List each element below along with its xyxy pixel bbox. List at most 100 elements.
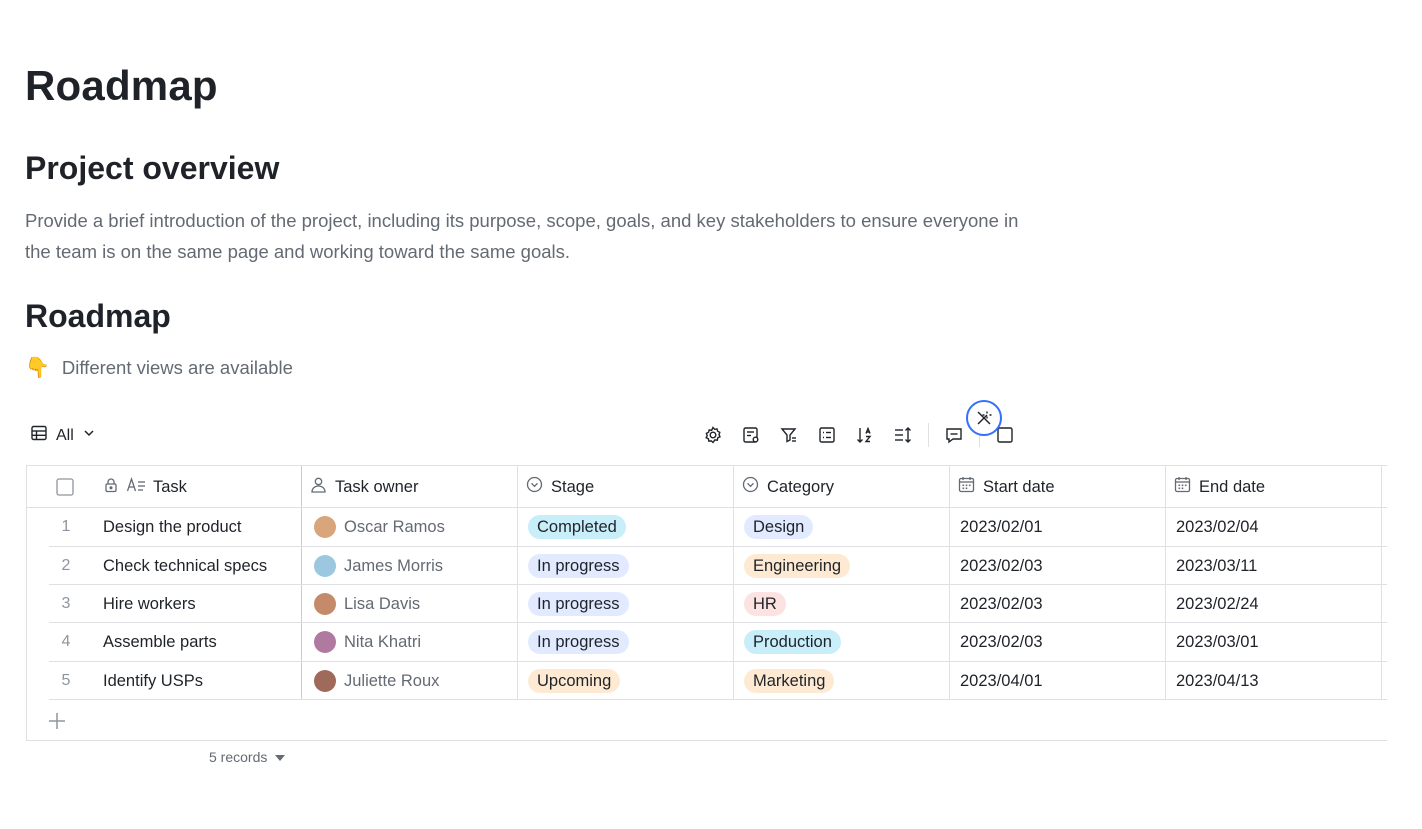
column-header-end-date[interactable]: End date [1174, 466, 1265, 508]
table-row[interactable]: 2 Check technical specs James Morris In … [27, 547, 1387, 585]
column-header-category[interactable]: Category [742, 466, 834, 508]
avatar [314, 670, 336, 692]
table-row[interactable]: 4 Assemble parts Nita Khatri In progress… [27, 623, 1387, 661]
stage-cell[interactable]: In progress [528, 547, 629, 585]
owner-name: James Morris [344, 556, 444, 575]
column-header-label: Stage [551, 477, 595, 496]
settings-icon[interactable] [694, 421, 732, 449]
owner-cell[interactable]: James Morris [314, 547, 443, 585]
avatar [314, 516, 336, 538]
sort-icon[interactable] [846, 421, 884, 449]
owner-name: Nita Khatri [344, 632, 422, 651]
end-date-cell[interactable]: 2023/03/11 [1176, 547, 1257, 585]
column-header-stage[interactable]: Stage [526, 466, 594, 508]
avatar [314, 631, 336, 653]
records-count[interactable]: 5 records [209, 749, 286, 765]
stage-cell[interactable]: Upcoming [528, 662, 621, 700]
views-hint: 👇 Different views are available [25, 355, 293, 380]
end-date-cell[interactable]: 2023/02/04 [1176, 508, 1259, 546]
task-cell[interactable]: Check technical specs [103, 547, 267, 585]
text-field-icon [126, 476, 146, 498]
category-cell[interactable]: Engineering [744, 547, 851, 585]
category-cell[interactable]: Production [744, 623, 841, 661]
filter-icon[interactable] [770, 421, 808, 449]
end-date-cell[interactable]: 2023/02/24 [1176, 585, 1259, 623]
table-row[interactable]: 5 Identify USPs Juliette Roux Upcoming M… [27, 662, 1387, 700]
column-header-label: End date [1199, 477, 1266, 496]
stage-tag: In progress [528, 592, 629, 616]
calendar-icon [958, 476, 975, 498]
row-height-icon[interactable] [884, 421, 922, 449]
task-cell[interactable]: Design the product [103, 508, 242, 546]
column-header-label: Category [767, 477, 834, 496]
lock-icon [103, 477, 119, 498]
field-settings-icon[interactable] [732, 421, 770, 449]
end-date-cell[interactable]: 2023/04/13 [1176, 662, 1259, 700]
owner-name: Oscar Ramos [344, 517, 445, 536]
owner-cell[interactable]: Nita Khatri [314, 623, 421, 661]
stage-tag: Upcoming [528, 669, 621, 693]
category-cell[interactable]: Marketing [744, 662, 835, 700]
view-label: All [56, 426, 74, 444]
stage-cell[interactable]: Completed [528, 508, 626, 546]
table-grid-icon [30, 424, 48, 447]
group-icon[interactable] [808, 421, 846, 449]
task-cell[interactable]: Assemble parts [103, 623, 217, 661]
overview-text: Provide a brief introduction of the proj… [25, 210, 1019, 262]
plus-icon[interactable] [47, 711, 67, 731]
task-cell[interactable]: Hire workers [103, 585, 196, 623]
magic-wand-icon[interactable] [966, 400, 1002, 436]
roadmap-table: Task Task owner Stage Category Start dat… [26, 465, 1387, 741]
category-tag: HR [744, 592, 786, 616]
stage-tag: In progress [528, 630, 629, 654]
task-cell[interactable]: Identify USPs [103, 662, 203, 700]
table-row[interactable]: 1 Design the product Oscar Ramos Complet… [27, 508, 1387, 546]
start-date-cell[interactable]: 2023/04/01 [960, 662, 1043, 700]
start-date-cell[interactable]: 2023/02/03 [960, 585, 1043, 623]
row-number: 2 [61, 557, 71, 574]
category-cell[interactable]: HR [744, 585, 786, 623]
column-header-label: Start date [983, 477, 1055, 496]
end-date-cell[interactable]: 2023/03/01 [1176, 623, 1259, 661]
page-title: Roadmap [25, 62, 218, 109]
chevron-down-icon [82, 426, 96, 445]
pointing-down-emoji: 👇 [25, 357, 50, 379]
column-header-owner[interactable]: Task owner [310, 466, 418, 508]
start-date-cell[interactable]: 2023/02/03 [960, 623, 1043, 661]
stage-cell[interactable]: In progress [528, 585, 629, 623]
start-date-cell[interactable]: 2023/02/01 [960, 508, 1043, 546]
stage-tag: Completed [528, 515, 626, 539]
avatar [314, 555, 336, 577]
row-number: 1 [61, 518, 71, 535]
stage-tag: In progress [528, 554, 629, 578]
person-icon [310, 476, 327, 498]
single-select-icon [742, 476, 759, 498]
owner-cell[interactable]: Juliette Roux [314, 662, 439, 700]
single-select-icon [526, 476, 543, 498]
category-tag: Design [744, 515, 814, 539]
caret-down-icon [275, 749, 286, 765]
select-all-checkbox[interactable] [56, 466, 74, 508]
avatar [314, 593, 336, 615]
category-tag: Marketing [744, 669, 835, 693]
stage-cell[interactable]: In progress [528, 623, 629, 661]
records-label: 5 records [209, 749, 268, 765]
column-header-label: Task owner [335, 477, 419, 496]
column-header-label: Task [153, 477, 187, 496]
category-tag: Engineering [744, 554, 851, 578]
overview-heading: Project overview [25, 150, 280, 186]
row-number: 3 [61, 595, 71, 612]
table-row[interactable]: 3 Hire workers Lisa Davis In progress HR… [27, 585, 1387, 623]
category-cell[interactable]: Design [744, 508, 814, 546]
roadmap-heading: Roadmap [25, 298, 171, 334]
views-hint-text: Different views are available [61, 356, 293, 378]
column-header-start-date[interactable]: Start date [958, 466, 1055, 508]
owner-cell[interactable]: Oscar Ramos [314, 508, 445, 546]
calendar-icon [1174, 476, 1191, 498]
column-header-task[interactable]: Task [103, 466, 187, 508]
owner-cell[interactable]: Lisa Davis [314, 585, 420, 623]
owner-name: Lisa Davis [344, 594, 421, 613]
view-switcher[interactable]: All [30, 424, 96, 447]
start-date-cell[interactable]: 2023/02/03 [960, 547, 1043, 585]
row-number: 5 [61, 672, 71, 689]
